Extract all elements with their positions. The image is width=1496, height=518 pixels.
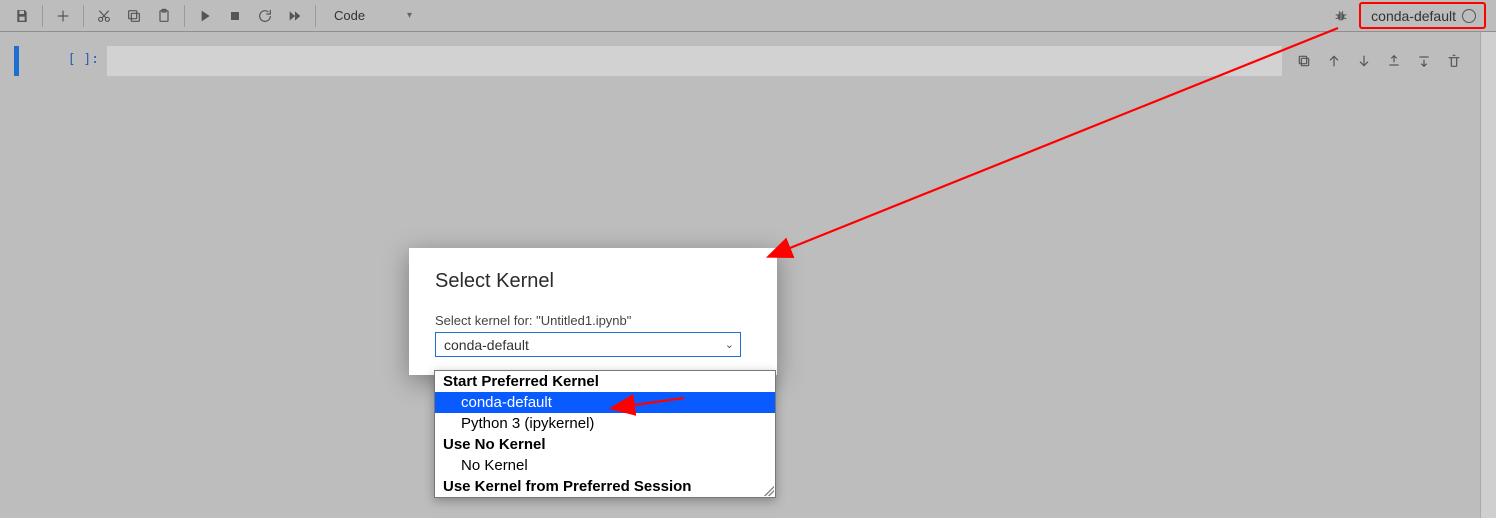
resize-handle-icon[interactable]: [764, 486, 774, 496]
cell-input[interactable]: [107, 46, 1282, 76]
cell-toolbar: [1282, 46, 1472, 76]
run-icon[interactable]: [191, 2, 219, 30]
select-kernel-dialog: Select Kernel Select kernel for: "Untitl…: [409, 248, 777, 375]
cell-prompt: [ ]:: [59, 46, 107, 76]
toolbar-divider: [83, 5, 84, 27]
notebook-toolbar: Code ▾ conda-default: [0, 0, 1496, 32]
dropdown-group-start: Start Preferred Kernel: [435, 371, 775, 392]
kernel-select-value: conda-default: [444, 337, 529, 353]
insert-below-icon[interactable]: [1412, 49, 1436, 73]
toolbar-divider: [184, 5, 185, 27]
insert-above-icon[interactable]: [1382, 49, 1406, 73]
save-icon[interactable]: [8, 2, 36, 30]
kernel-indicator[interactable]: conda-default: [1359, 2, 1486, 29]
code-cell[interactable]: [ ]:: [14, 46, 1472, 76]
kernel-name-label: conda-default: [1371, 8, 1456, 24]
kernel-status-icon: [1462, 9, 1476, 23]
delete-cell-icon[interactable]: [1442, 49, 1466, 73]
restart-icon[interactable]: [251, 2, 279, 30]
chevron-down-icon: ⌄: [725, 338, 734, 351]
stop-icon[interactable]: [221, 2, 249, 30]
move-down-icon[interactable]: [1352, 49, 1376, 73]
kernel-select[interactable]: conda-default ⌄: [435, 332, 741, 357]
toolbar-divider: [315, 5, 316, 27]
dropdown-item-no-kernel[interactable]: No Kernel: [435, 455, 775, 476]
dialog-subtitle: Select kernel for: "Untitled1.ipynb": [435, 313, 751, 328]
dropdown-item-python3[interactable]: Python 3 (ipykernel): [435, 413, 775, 434]
add-cell-icon[interactable]: [49, 2, 77, 30]
kernel-dropdown: Start Preferred Kernel conda-default Pyt…: [434, 370, 776, 498]
cell-type-label: Code: [334, 8, 365, 23]
dropdown-item-conda-default[interactable]: conda-default: [435, 392, 775, 413]
move-up-icon[interactable]: [1322, 49, 1346, 73]
vertical-scrollbar[interactable]: [1480, 32, 1496, 518]
duplicate-cell-icon[interactable]: [1292, 49, 1316, 73]
dropdown-group-none: Use No Kernel: [435, 434, 775, 455]
dropdown-group-session: Use Kernel from Preferred Session: [435, 476, 775, 497]
chevron-down-icon: ▾: [407, 10, 412, 21]
cut-icon[interactable]: [90, 2, 118, 30]
dialog-title: Select Kernel: [435, 270, 751, 293]
paste-icon[interactable]: [150, 2, 178, 30]
bug-icon[interactable]: [1327, 2, 1355, 30]
toolbar-divider: [42, 5, 43, 27]
copy-icon[interactable]: [120, 2, 148, 30]
fast-forward-icon[interactable]: [281, 2, 309, 30]
cell-type-select[interactable]: Code ▾: [328, 4, 418, 28]
